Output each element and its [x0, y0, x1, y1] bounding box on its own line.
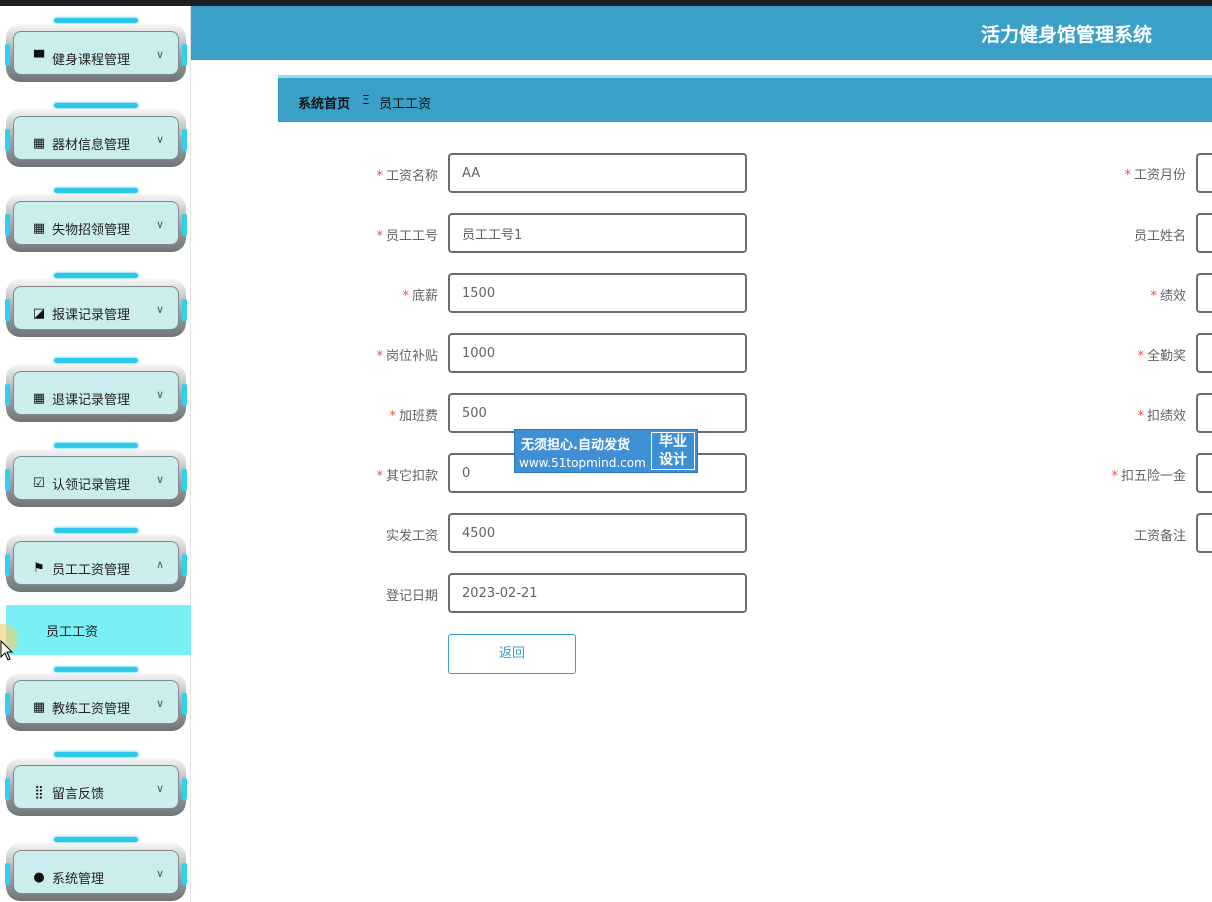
- base-salary-label: * 底薪: [402, 289, 438, 304]
- chevron-down-icon: ∨: [155, 473, 164, 486]
- performance-deduction-input[interactable]: [1196, 393, 1212, 433]
- monitor-icon: ▀: [34, 51, 44, 66]
- sidebar-item-feedback[interactable]: ⣿ 留言反馈 ∨: [5, 752, 187, 816]
- bulb-icon: ●: [33, 870, 45, 885]
- overtime-pay-label: * 加班费: [389, 409, 438, 424]
- chart-icon: ◪: [32, 306, 46, 321]
- performance-deduction-label: * 扣绩效: [1137, 409, 1186, 424]
- grid-icon: ▦: [32, 391, 46, 406]
- watermark: 无须担心.自动发货 www.51topmind.com 毕业 设计: [514, 429, 698, 473]
- app-title: 活力健身馆管理系统: [980, 24, 1152, 46]
- dots-grid-icon: ⣿: [34, 785, 44, 800]
- chevron-down-icon: ∨: [155, 218, 164, 231]
- sidebar-item-label: 教练工资管理: [52, 702, 131, 717]
- performance-input[interactable]: [1196, 273, 1212, 313]
- back-button[interactable]: 返回: [448, 634, 576, 674]
- watermark-line1: 无须担心.自动发货: [521, 438, 630, 453]
- attendance-bonus-label: * 全勤奖: [1137, 349, 1186, 364]
- sidebar-subitem-label: 员工工资: [46, 625, 99, 640]
- salary-month-input[interactable]: [1196, 153, 1212, 193]
- breadcrumb-home-link[interactable]: 系统首页: [298, 93, 350, 112]
- overtime-pay-input[interactable]: [448, 393, 747, 433]
- breadcrumb-current: 员工工资: [379, 97, 432, 112]
- chevron-down-icon: ∨: [155, 782, 164, 795]
- salary-name-input[interactable]: [448, 153, 747, 193]
- chevron-down-icon: ∨: [155, 303, 164, 316]
- app-header: 活力健身馆管理系统: [191, 6, 1212, 60]
- flag-icon: ⚑: [33, 561, 45, 576]
- sidebar-item-label: 退课记录管理: [52, 393, 131, 408]
- post-allowance-label: * 岗位补贴: [376, 349, 438, 364]
- sidebar-item-label: 员工工资管理: [52, 563, 131, 578]
- staff-name-input[interactable]: [1196, 213, 1212, 253]
- chevron-down-icon: ∨: [155, 48, 164, 61]
- net-salary-input[interactable]: [448, 513, 747, 553]
- sidebar-subitem-staff-salary[interactable]: 员工工资: [6, 605, 191, 655]
- chevron-down-icon: ∨: [155, 133, 164, 146]
- chevron-down-icon: ∨: [155, 697, 164, 710]
- sidebar-item-staff-salary[interactable]: ⚑ 员工工资管理 ∧: [5, 528, 187, 592]
- staff-name-label: 员工姓名: [1133, 229, 1186, 244]
- staff-id-label: * 员工工号: [376, 229, 438, 244]
- sidebar-item-label: 器材信息管理: [52, 138, 131, 153]
- sidebar-item-label: 报课记录管理: [52, 308, 131, 323]
- chevron-up-icon: ∧: [155, 558, 164, 571]
- insurance-deduction-label: * 扣五险一金: [1111, 469, 1186, 484]
- salary-month-label: * 工资月份: [1124, 168, 1186, 183]
- grid-icon: ▦: [32, 700, 46, 715]
- salary-remark-input[interactable]: [1196, 513, 1212, 553]
- sidebar-item-withdraw-records[interactable]: ▦ 退课记录管理 ∨: [5, 358, 187, 422]
- grid-icon: ▦: [32, 136, 46, 151]
- sidebar-item-label: 认领记录管理: [52, 478, 131, 493]
- salary-remark-label: 工资备注: [1133, 529, 1186, 544]
- sidebar-item-label: 留言反馈: [52, 787, 105, 802]
- watermark-badge: 毕业 设计: [651, 432, 695, 470]
- staff-id-input[interactable]: [448, 213, 747, 253]
- salary-name-label: * 工资名称: [376, 169, 438, 184]
- sidebar-item-coach-salary[interactable]: ▦ 教练工资管理 ∨: [5, 667, 187, 731]
- other-deduction-label: * 其它扣款: [376, 469, 438, 484]
- mouse-cursor-icon: [0, 640, 14, 661]
- sidebar-item-course[interactable]: ▀ 健身课程管理 ∨: [5, 18, 187, 82]
- attendance-bonus-input[interactable]: [1196, 333, 1212, 373]
- net-salary-label: 实发工资: [385, 529, 438, 544]
- sidebar-item-claim-records[interactable]: ☑ 认领记录管理 ∨: [5, 443, 187, 507]
- clipboard-check-icon: ☑: [33, 476, 45, 491]
- sidebar-item-label: 系统管理: [52, 872, 105, 887]
- sidebar-item-equipment[interactable]: ▦ 器材信息管理 ∨: [5, 103, 187, 167]
- chevron-down-icon: ∨: [155, 388, 164, 401]
- breadcrumb-separator: Ξ: [362, 93, 370, 107]
- chevron-down-icon: ∨: [155, 867, 164, 880]
- sidebar-item-enroll-records[interactable]: ◪ 报课记录管理 ∨: [5, 273, 187, 337]
- menu-notch: [54, 18, 138, 23]
- sidebar-item-label: 健身课程管理: [52, 53, 131, 68]
- sidebar-item-lost-found[interactable]: ▦ 失物招领管理 ∨: [5, 188, 187, 252]
- base-salary-input[interactable]: [448, 273, 747, 313]
- sidebar-item-system[interactable]: ● 系统管理 ∨: [5, 837, 187, 901]
- register-date-input[interactable]: [448, 573, 747, 613]
- breadcrumb: 系统首页 Ξ 员工工资: [278, 75, 1212, 122]
- post-allowance-input[interactable]: [448, 333, 747, 373]
- sidebar-item-label: 失物招领管理: [52, 223, 131, 238]
- register-date-label: 登记日期: [385, 589, 438, 604]
- watermark-line2: www.51topmind.com: [519, 456, 646, 470]
- sidebar: ▀ 健身课程管理 ∨ ▦ 器材信息管理 ∨ ▦ 失物招领管理 ∨ ◪ 报课记录管…: [0, 6, 191, 902]
- insurance-deduction-input[interactable]: [1196, 453, 1212, 493]
- performance-label: * 绩效: [1150, 289, 1186, 304]
- grid-icon: ▦: [32, 221, 46, 236]
